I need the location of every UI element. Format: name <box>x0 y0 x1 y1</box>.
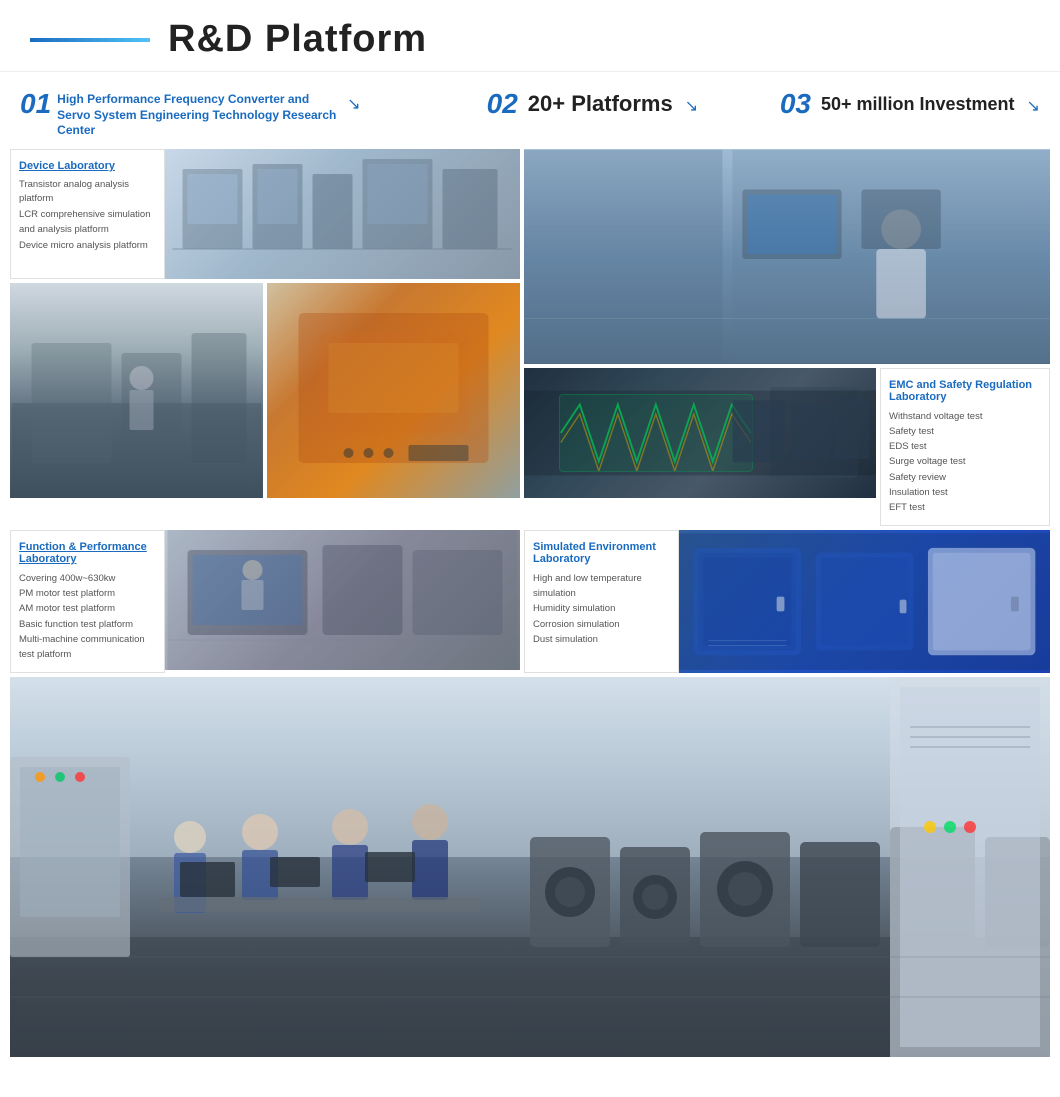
machine-image-right <box>267 283 520 498</box>
right-panel: EMC and Safety Regulation Laboratory Wit… <box>524 149 1050 526</box>
lab-worker-image <box>524 149 1050 364</box>
emc-item-2: EDS test <box>889 439 1041 454</box>
sim-lab-item-3: Dust simulation <box>533 632 670 647</box>
emc-item-6: EFT test <box>889 500 1041 515</box>
func-lab-title: Function & Performance Laboratory <box>19 541 156 565</box>
badge-02-text: 20+ Platforms <box>528 91 673 117</box>
badge-01-arrow: ↘ <box>347 94 360 114</box>
badge-01-text: High Performance Frequency Converter and… <box>57 90 337 139</box>
header-accent-line <box>30 38 150 42</box>
left-bottom-images <box>10 283 520 498</box>
emc-lab-text-panel: EMC and Safety Regulation Laboratory Wit… <box>880 368 1050 526</box>
sim-lab-item-0: High and low temperature simulation <box>533 571 670 601</box>
badge-03: 03 50+ million Investment ↘ <box>780 90 1040 118</box>
right-bottom-area: EMC and Safety Regulation Laboratory Wit… <box>524 368 1050 526</box>
func-lab-item-2: AM motor test platform <box>19 601 156 616</box>
emc-item-4: Safety review <box>889 470 1041 485</box>
sim-lab-image <box>679 530 1050 673</box>
badge-03-number: 03 <box>780 90 811 118</box>
oscilloscope-image <box>524 368 876 498</box>
page-header: R&D Platform <box>0 0 1060 72</box>
func-lab-item-4: Multi-machine communication test platfor… <box>19 632 156 662</box>
device-lab-item-1: LCR comprehensive simulation and analysi… <box>19 208 156 237</box>
func-lab-item-3: Basic function test platform <box>19 617 156 632</box>
badge-03-text: 50+ million Investment <box>821 94 1015 115</box>
sim-lab-text-panel: Simulated Environment Laboratory High an… <box>524 530 679 673</box>
func-lab-item-0: Covering 400w~630kw <box>19 571 156 586</box>
device-lab-title: Device Laboratory <box>19 160 156 172</box>
factory-large-image <box>10 677 1050 1057</box>
left-panel: Device Laboratory Transistor analog anal… <box>10 149 520 526</box>
device-lab-block: Device Laboratory Transistor analog anal… <box>10 149 520 279</box>
emc-item-0: Withstand voltage test <box>889 409 1041 424</box>
badge-03-arrow: ↘ <box>1027 96 1040 116</box>
emc-lab-title: EMC and Safety Regulation Laboratory <box>889 379 1041 403</box>
page-title: R&D Platform <box>168 18 427 61</box>
sim-lab-item-1: Humidity simulation <box>533 601 670 616</box>
badge-01-number: 01 <box>20 90 51 118</box>
main-content-grid: Device Laboratory Transistor analog anal… <box>0 149 1060 1057</box>
badge-02-number: 02 <box>487 90 518 118</box>
device-lab-image <box>165 149 520 279</box>
badge-02: 02 20+ Platforms ↘ <box>487 90 747 118</box>
workshop-image-left <box>10 283 263 498</box>
badge-02-arrow: ↘ <box>685 96 698 116</box>
sim-lab-title: Simulated Environment Laboratory <box>533 541 670 565</box>
middle-row: Function & Performance Laboratory Coveri… <box>10 530 1050 673</box>
emc-item-5: Insulation test <box>889 485 1041 500</box>
func-lab-text-panel: Function & Performance Laboratory Coveri… <box>10 530 165 673</box>
emc-item-3: Surge voltage test <box>889 454 1041 469</box>
sim-lab-item-2: Corrosion simulation <box>533 617 670 632</box>
device-lab-item-0: Transistor analog analysis platform <box>19 178 156 207</box>
top-row: Device Laboratory Transistor analog anal… <box>10 149 1050 526</box>
device-lab-text-panel: Device Laboratory Transistor analog anal… <box>10 149 165 279</box>
emc-item-1: Safety test <box>889 424 1041 439</box>
func-lab-block: Function & Performance Laboratory Coveri… <box>10 530 520 673</box>
sim-lab-block: Simulated Environment Laboratory High an… <box>524 530 1050 673</box>
func-lab-image <box>165 530 520 670</box>
func-lab-item-1: PM motor test platform <box>19 586 156 601</box>
device-lab-item-2: Device micro analysis platform <box>19 239 156 253</box>
badge-01: 01 High Performance Frequency Converter … <box>20 90 454 139</box>
section-badges-bar: 01 High Performance Frequency Converter … <box>0 72 1060 149</box>
